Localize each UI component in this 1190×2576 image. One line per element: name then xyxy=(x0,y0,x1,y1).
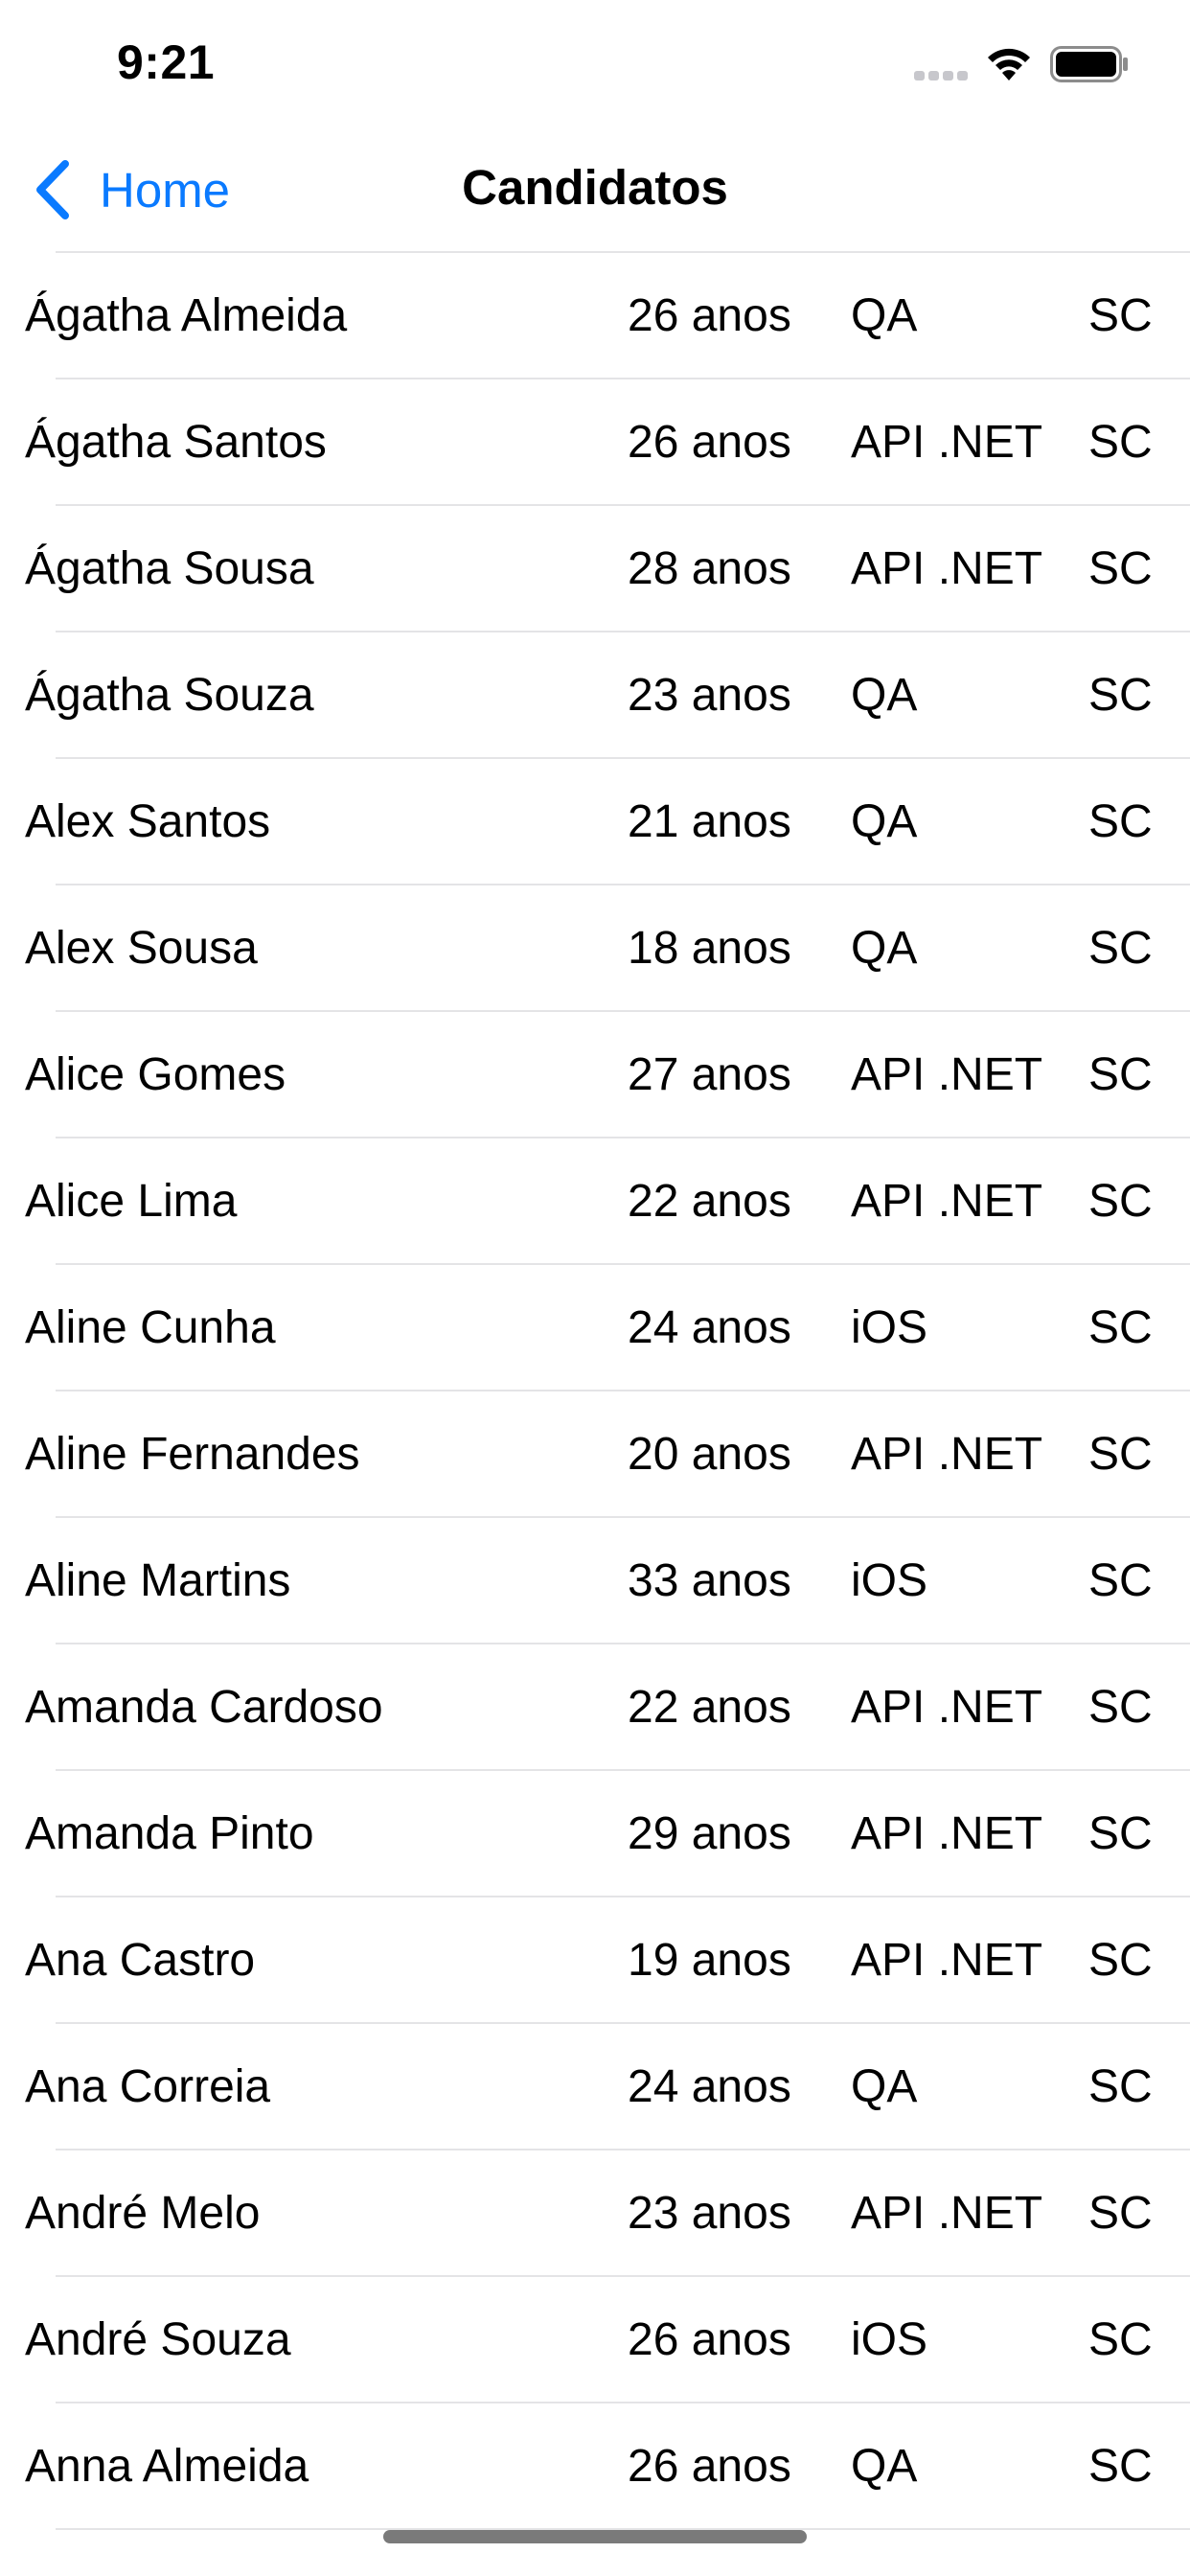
candidate-role: API .NET xyxy=(851,1682,1043,1733)
candidate-role: API .NET xyxy=(851,1808,1043,1859)
candidate-state: SC xyxy=(1088,543,1153,594)
candidate-name: Alex Santos xyxy=(25,796,271,847)
candidate-role: QA xyxy=(851,2441,918,2492)
list-item[interactable]: Ágatha Almeida 26 anos QA SC xyxy=(0,253,1190,380)
candidate-name: Ágatha Santos xyxy=(25,417,327,468)
candidate-role: iOS xyxy=(851,1555,928,1606)
candidate-role: QA xyxy=(851,2061,918,2112)
candidate-age: 26 anos xyxy=(628,417,791,468)
candidate-role: QA xyxy=(851,670,918,721)
candidate-name: Amanda Pinto xyxy=(25,1808,314,1859)
candidate-name: Anna Almeida xyxy=(25,2441,309,2492)
list-item[interactable]: Ágatha Santos 26 anos API .NET SC xyxy=(0,380,1190,506)
list-item[interactable]: Alex Santos 21 anos QA SC xyxy=(0,759,1190,886)
candidate-name: Aline Martins xyxy=(25,1555,291,1606)
candidate-name: Alice Gomes xyxy=(25,1049,286,1100)
list-item[interactable]: Ágatha Souza 23 anos QA SC xyxy=(0,632,1190,759)
candidate-state: SC xyxy=(1088,2061,1153,2112)
candidate-age: 22 anos xyxy=(628,1682,791,1733)
candidate-state: SC xyxy=(1088,1682,1153,1733)
list-item[interactable]: Alex Sousa 18 anos QA SC xyxy=(0,886,1190,1012)
list-item[interactable]: Alice Lima 22 anos API .NET SC xyxy=(0,1138,1190,1265)
candidate-age: 33 anos xyxy=(628,1555,791,1606)
candidate-name: Aline Cunha xyxy=(25,1302,276,1353)
candidate-age: 19 anos xyxy=(628,1935,791,1986)
candidate-age: 26 anos xyxy=(628,2441,791,2492)
candidate-name: André Souza xyxy=(25,2314,291,2365)
list-item[interactable]: Aline Fernandes 20 anos API .NET SC xyxy=(0,1392,1190,1518)
list-item[interactable]: Aline Cunha 24 anos iOS SC xyxy=(0,1265,1190,1392)
candidate-age: 26 anos xyxy=(628,2314,791,2365)
candidate-role: QA xyxy=(851,923,918,974)
status-time: 9:21 xyxy=(117,35,216,89)
candidate-role: API .NET xyxy=(851,1429,1043,1480)
candidate-state: SC xyxy=(1088,290,1153,341)
navigation-bar: Home Candidatos xyxy=(0,126,1190,253)
candidate-state: SC xyxy=(1088,2441,1153,2492)
candidate-age: 18 anos xyxy=(628,923,791,974)
list-item[interactable]: Alice Gomes 27 anos API .NET SC xyxy=(0,1012,1190,1138)
candidate-state: SC xyxy=(1088,1049,1153,1100)
candidate-state: SC xyxy=(1088,1555,1153,1606)
candidate-age: 23 anos xyxy=(628,670,791,721)
candidate-state: SC xyxy=(1088,1176,1153,1227)
candidate-role: API .NET xyxy=(851,1935,1043,1986)
list-item[interactable]: Ana Correia 24 anos QA SC xyxy=(0,2024,1190,2150)
candidate-name: Ana Castro xyxy=(25,1935,256,1986)
candidate-age: 28 anos xyxy=(628,543,791,594)
candidate-state: SC xyxy=(1088,2314,1153,2365)
list-item[interactable]: Amanda Pinto 29 anos API .NET SC xyxy=(0,1771,1190,1898)
candidate-age: 24 anos xyxy=(628,1302,791,1353)
candidate-name: André Melo xyxy=(25,2188,261,2239)
candidate-name: Ana Correia xyxy=(25,2061,271,2112)
wifi-icon xyxy=(988,48,1030,80)
candidate-role: API .NET xyxy=(851,2188,1043,2239)
candidate-role: API .NET xyxy=(851,1049,1043,1100)
candidate-name: Alex Sousa xyxy=(25,923,258,974)
candidate-name: Amanda Cardoso xyxy=(25,1682,383,1733)
candidate-state: SC xyxy=(1088,1808,1153,1859)
list-item[interactable]: Ana Castro 19 anos API .NET SC xyxy=(0,1898,1190,2024)
candidate-role: API .NET xyxy=(851,543,1043,594)
candidate-age: 21 anos xyxy=(628,796,791,847)
page-title: Candidatos xyxy=(462,160,728,215)
list-item[interactable]: Ágatha Sousa 28 anos API .NET SC xyxy=(0,506,1190,632)
candidate-role: QA xyxy=(851,796,918,847)
candidate-age: 20 anos xyxy=(628,1429,791,1480)
candidate-state: SC xyxy=(1088,2188,1153,2239)
candidate-state: SC xyxy=(1088,1302,1153,1353)
candidate-role: QA xyxy=(851,290,918,341)
candidate-age: 23 anos xyxy=(628,2188,791,2239)
candidate-name: Aline Fernandes xyxy=(25,1429,360,1480)
candidate-state: SC xyxy=(1088,1429,1153,1480)
candidate-age: 26 anos xyxy=(628,290,791,341)
candidate-age: 22 anos xyxy=(628,1176,791,1227)
candidate-name: Ágatha Almeida xyxy=(25,290,348,341)
candidate-name: Ágatha Sousa xyxy=(25,543,314,594)
candidate-age: 24 anos xyxy=(628,2061,791,2112)
candidate-role: API .NET xyxy=(851,1176,1043,1227)
battery-icon xyxy=(1050,46,1128,82)
cellular-signal-icon xyxy=(914,71,968,80)
list-item[interactable]: Anna Almeida 26 anos QA SC xyxy=(0,2404,1190,2530)
candidate-name: Ágatha Souza xyxy=(25,670,314,721)
status-bar: 9:21 xyxy=(0,0,1190,126)
list-item[interactable]: Aline Martins 33 anos iOS SC xyxy=(0,1518,1190,1644)
candidate-list: Ágatha Almeida 26 anos QA SC Ágatha Santos 26… xyxy=(0,253,1190,2530)
home-indicator[interactable] xyxy=(383,2530,807,2543)
list-item[interactable]: Amanda Cardoso 22 anos API .NET SC xyxy=(0,1644,1190,1771)
candidate-state: SC xyxy=(1088,670,1153,721)
candidate-state: SC xyxy=(1088,796,1153,847)
candidate-state: SC xyxy=(1088,1935,1153,1986)
candidate-state: SC xyxy=(1088,417,1153,468)
candidate-state: SC xyxy=(1088,923,1153,974)
list-item[interactable]: André Souza 26 anos iOS SC xyxy=(0,2277,1190,2404)
candidate-age: 27 anos xyxy=(628,1049,791,1100)
candidate-role: API .NET xyxy=(851,417,1043,468)
candidate-role: iOS xyxy=(851,1302,928,1353)
candidate-age: 29 anos xyxy=(628,1808,791,1859)
candidate-name: Alice Lima xyxy=(25,1176,238,1227)
candidate-role: iOS xyxy=(851,2314,928,2365)
list-item[interactable]: André Melo 23 anos API .NET SC xyxy=(0,2150,1190,2277)
